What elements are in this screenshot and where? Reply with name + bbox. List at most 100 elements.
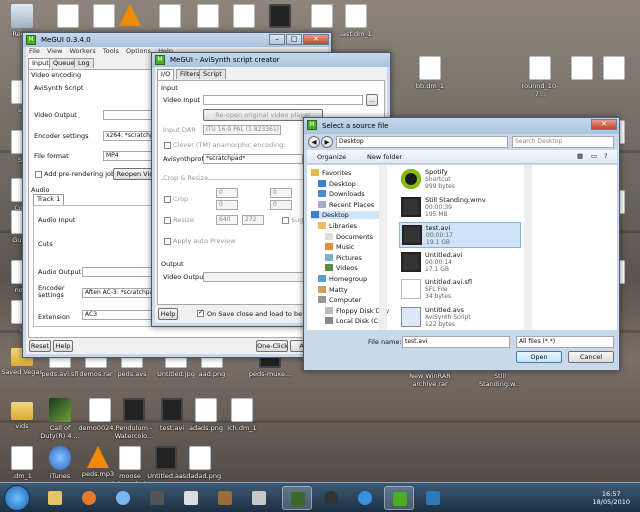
taskbar-app9[interactable] [316,486,346,510]
file-item[interactable]: Untitled.avi.sfl SFL File 34 bytes [399,277,521,303]
desktop-icon[interactable]: asdadad.png [178,446,222,480]
crop-checkbox[interactable] [164,196,171,203]
doc-icon [603,56,625,80]
close-button[interactable]: ✕ [303,34,329,45]
avs-help-button[interactable]: Help [158,308,178,320]
avs-titlebar[interactable]: M MeGUI - AviSynth script creator [152,53,390,67]
browse-video-button[interactable]: ... [366,94,378,106]
taskbar-firefox[interactable] [74,486,104,510]
on-save-checkbox[interactable] [197,308,204,317]
system-clock[interactable]: 16:57 18/05/2010 [593,490,630,506]
avsprofile-select[interactable]: *scratchpad* [203,154,303,164]
breadcrumb-desktop[interactable]: Desktop [339,138,364,145]
file-scrollbar[interactable] [524,165,532,330]
auto-preview-checkbox[interactable] [164,238,171,245]
crop-right-field[interactable]: 0 [216,200,238,210]
spotify-icon [401,169,421,189]
desktop-icon-label: asdadad.png [178,472,222,480]
folder-icon [48,491,62,505]
video-input-field[interactable] [203,95,363,105]
audio-encoder-select[interactable]: Aften AC-3: *scratchpad* [82,288,158,298]
desktop-icon-label: peds.avs [117,370,147,378]
maximize-button[interactable]: □ [286,34,302,45]
desktop-icon[interactable]: last.dm_1 [334,4,378,38]
cancel-button[interactable]: Cancel [568,351,614,363]
view-options-icon[interactable]: ▦ [577,152,583,160]
forward-icon[interactable]: ▶ [321,136,333,148]
one-click-button[interactable]: One-Click [256,340,288,352]
menu-options[interactable]: Options [126,47,151,55]
file-item[interactable]: Spotify Shortcut 999 bytes [399,167,521,193]
audio-output-field[interactable] [82,267,158,277]
desktop-icon[interactable] [592,56,636,82]
desktop-icon[interactable]: bb.dm_1 [408,56,452,90]
new-folder-button[interactable]: New folder [367,153,402,161]
dialog-titlebar[interactable]: M Select a source file ✕ [304,118,619,134]
suggest-resolution-checkbox[interactable] [282,217,289,224]
desktop-icon[interactable]: ich.dm_1 [220,398,264,432]
app-icon [184,491,198,505]
filename-input[interactable]: test.avi [402,336,510,348]
taskbar-app10[interactable] [350,486,380,510]
add-prerender-checkbox[interactable] [35,171,42,178]
recycle-icon [11,4,33,28]
video-section-label: Video encoding [31,71,82,79]
organize-menu[interactable]: Organize [317,153,346,161]
menu-tools[interactable]: Tools [103,47,119,55]
open-button[interactable]: Open [516,351,562,363]
tab-io[interactable]: I/O [157,69,175,80]
file-item[interactable]: test.avi 00:00:17 19.1 GB [399,222,521,248]
audio-input-label: Audio Input [38,216,76,224]
resize-checkbox[interactable] [164,217,171,224]
crop-left-field[interactable]: 0 [216,188,238,198]
clever-anamorphic-checkbox[interactable] [164,142,171,149]
megui-help-button[interactable]: Help [53,340,73,352]
reset-button[interactable]: Reset [29,340,51,352]
preview-pane-icon[interactable]: ▭ [591,152,597,160]
taskbar-cod4[interactable] [282,486,312,510]
desktop-icon[interactable]: rounnd_10-7... [518,56,562,98]
tab-script[interactable]: Script [199,69,226,79]
help-icon[interactable]: ? [604,152,607,160]
desktop-icon[interactable] [108,4,152,28]
resize-width-field[interactable]: 640 [216,215,238,225]
firefox-icon [82,491,96,505]
video-icon [123,398,145,422]
breadcrumb[interactable]: Desktop [336,136,508,148]
tab-log[interactable]: Log [74,58,94,68]
video-input-label: Video Input [163,96,201,104]
avisynth-label: AviSynth Script [34,84,84,92]
file-type-select[interactable]: All files (*.*) [516,336,614,348]
doc-icon [571,56,593,80]
menu-workers[interactable]: Workers [69,47,95,55]
start-button[interactable] [4,485,30,511]
megui-titlebar[interactable]: M MeGUI 0.3.4.0 – □ ✕ [23,33,331,47]
taskbar-app5[interactable] [176,486,206,510]
file-item[interactable]: Still Standing.wmv 00:00:39 195 MB [399,195,521,221]
crop-bottom-field[interactable]: 0 [270,200,292,210]
extension-select[interactable]: AC3 [82,310,158,320]
tab-track-1[interactable]: Track 1 [33,194,65,205]
taskbar-app7[interactable] [244,486,274,510]
menu-file[interactable]: File [29,47,40,55]
file-item[interactable]: Untitled.avi 00:00:14 17.1 GB [399,250,521,276]
input-dar-select[interactable]: ITU 16:9 PAL (1.823361) [203,125,281,135]
doc-icon [57,4,79,28]
desktop-icon-label: Still Standing.w... [479,372,521,388]
menu-view[interactable]: View [47,47,62,55]
taskbar-explorer[interactable] [40,486,70,510]
minimize-button[interactable]: – [269,34,285,45]
back-icon[interactable]: ◀ [308,136,320,148]
crop-top-field[interactable]: 0 [270,188,292,198]
desktop-icon[interactable] [258,4,302,30]
desktop-icon[interactable]: Call of Duty(R) 4 ... [38,398,82,440]
taskbar-app6[interactable] [210,486,240,510]
file-item[interactable]: Untitled.avs AviSynth Script 122 bytes [399,305,521,331]
taskbar-media[interactable] [142,486,172,510]
taskbar-itunes[interactable] [108,486,138,510]
search-input[interactable]: Search Desktop [512,136,614,148]
dialog-close-button[interactable]: ✕ [591,119,617,130]
taskbar-megui[interactable] [384,486,414,510]
resize-height-field[interactable]: 272 [242,215,264,225]
taskbar-app12[interactable] [418,486,448,510]
